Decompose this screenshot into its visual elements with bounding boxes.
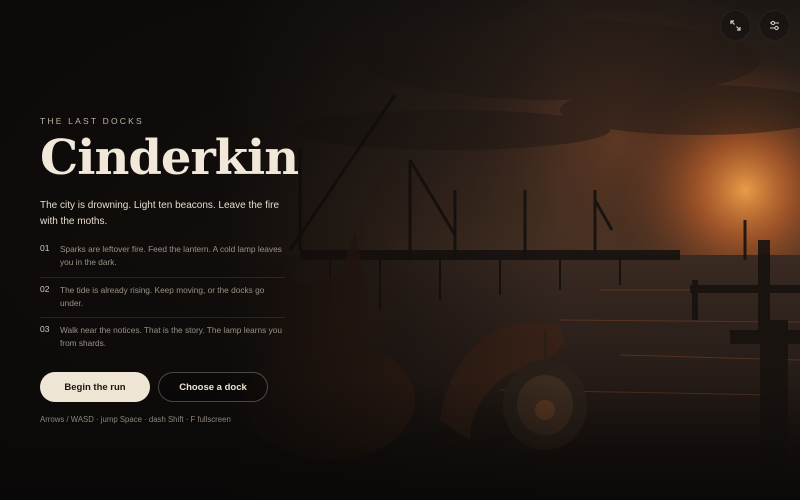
rule-item: 02 The tide is already rising. Keep movi…: [40, 278, 285, 319]
rule-item: 01 Sparks are leftover fire. Feed the la…: [40, 237, 285, 278]
game-title: Cinderkin: [40, 130, 299, 186]
rule-number: 02: [40, 283, 50, 294]
expand-icon: [730, 20, 741, 31]
choose-dock-button[interactable]: Choose a dock: [158, 372, 268, 403]
sliders-icon: [770, 20, 779, 31]
rule-number: 01: [40, 243, 50, 253]
rule-text: Sparks are leftover fire. Feed the lante…: [60, 244, 282, 267]
settings-button[interactable]: [759, 10, 790, 41]
fullscreen-button[interactable]: [720, 10, 751, 41]
game-eyebrow: THE LAST DOCKS: [40, 116, 144, 126]
rule-number: 03: [40, 324, 50, 335]
title-panel: THE LAST DOCKS Cinderkin The city is dro…: [40, 116, 299, 425]
controls-hint: Arrows / WASD · jump Space · dash Shift …: [40, 415, 231, 425]
rule-item: 03 Walk near the notices. That is the st…: [40, 318, 285, 358]
game-tagline: The city is drowning. Light ten beacons.…: [40, 200, 280, 227]
rules-list: 01 Sparks are leftover fire. Feed the la…: [40, 237, 285, 358]
begin-run-button[interactable]: Begin the run: [40, 372, 150, 403]
top-controls: [720, 10, 790, 41]
action-buttons: Begin the run Choose a dock: [40, 372, 285, 403]
rule-text: Walk near the notices. That is the story…: [60, 325, 282, 349]
rule-text: The tide is already rising. Keep moving,…: [60, 284, 265, 308]
